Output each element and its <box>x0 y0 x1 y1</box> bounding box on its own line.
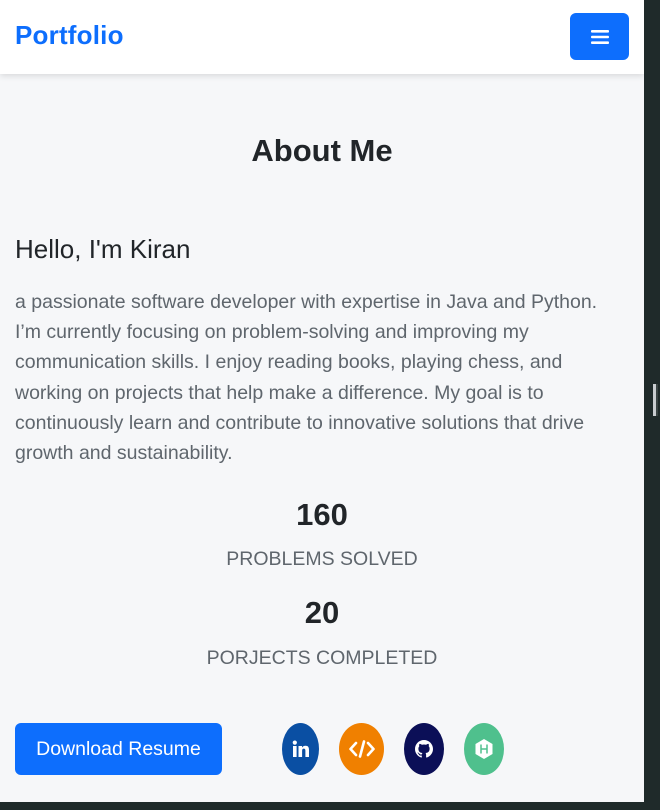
linkedin-icon <box>292 740 309 757</box>
hackerrank-link[interactable] <box>464 723 504 775</box>
github-icon <box>415 740 433 758</box>
navbar: Portfolio <box>0 0 644 74</box>
hackerrank-icon <box>475 739 493 759</box>
stat-problems-label: PROBLEMS SOLVED <box>226 548 418 570</box>
section-title: About Me <box>251 133 393 168</box>
code-icon <box>348 740 375 758</box>
stat-problems-value: 160 <box>296 497 348 532</box>
code-profile-link[interactable] <box>339 723 384 775</box>
brand-logo[interactable]: Portfolio <box>15 20 124 51</box>
menu-toggle-button[interactable] <box>570 13 629 60</box>
greeting-heading: Hello, I'm Kiran <box>15 234 191 264</box>
github-link[interactable] <box>404 723 444 775</box>
download-resume-button[interactable]: Download Resume <box>15 723 222 775</box>
page-viewport: Portfolio About Me Hello, I'm Kiran a pa… <box>0 0 644 802</box>
resize-handle[interactable] <box>653 384 658 416</box>
stat-projects-label: PORJECTS COMPLETED <box>206 647 438 669</box>
stat-projects-value: 20 <box>304 595 340 630</box>
linkedin-link[interactable] <box>282 723 319 775</box>
hamburger-menu-icon <box>590 29 609 44</box>
bio-paragraph: a passionate software developer with exp… <box>15 291 598 465</box>
window-bottom-border <box>0 802 660 810</box>
